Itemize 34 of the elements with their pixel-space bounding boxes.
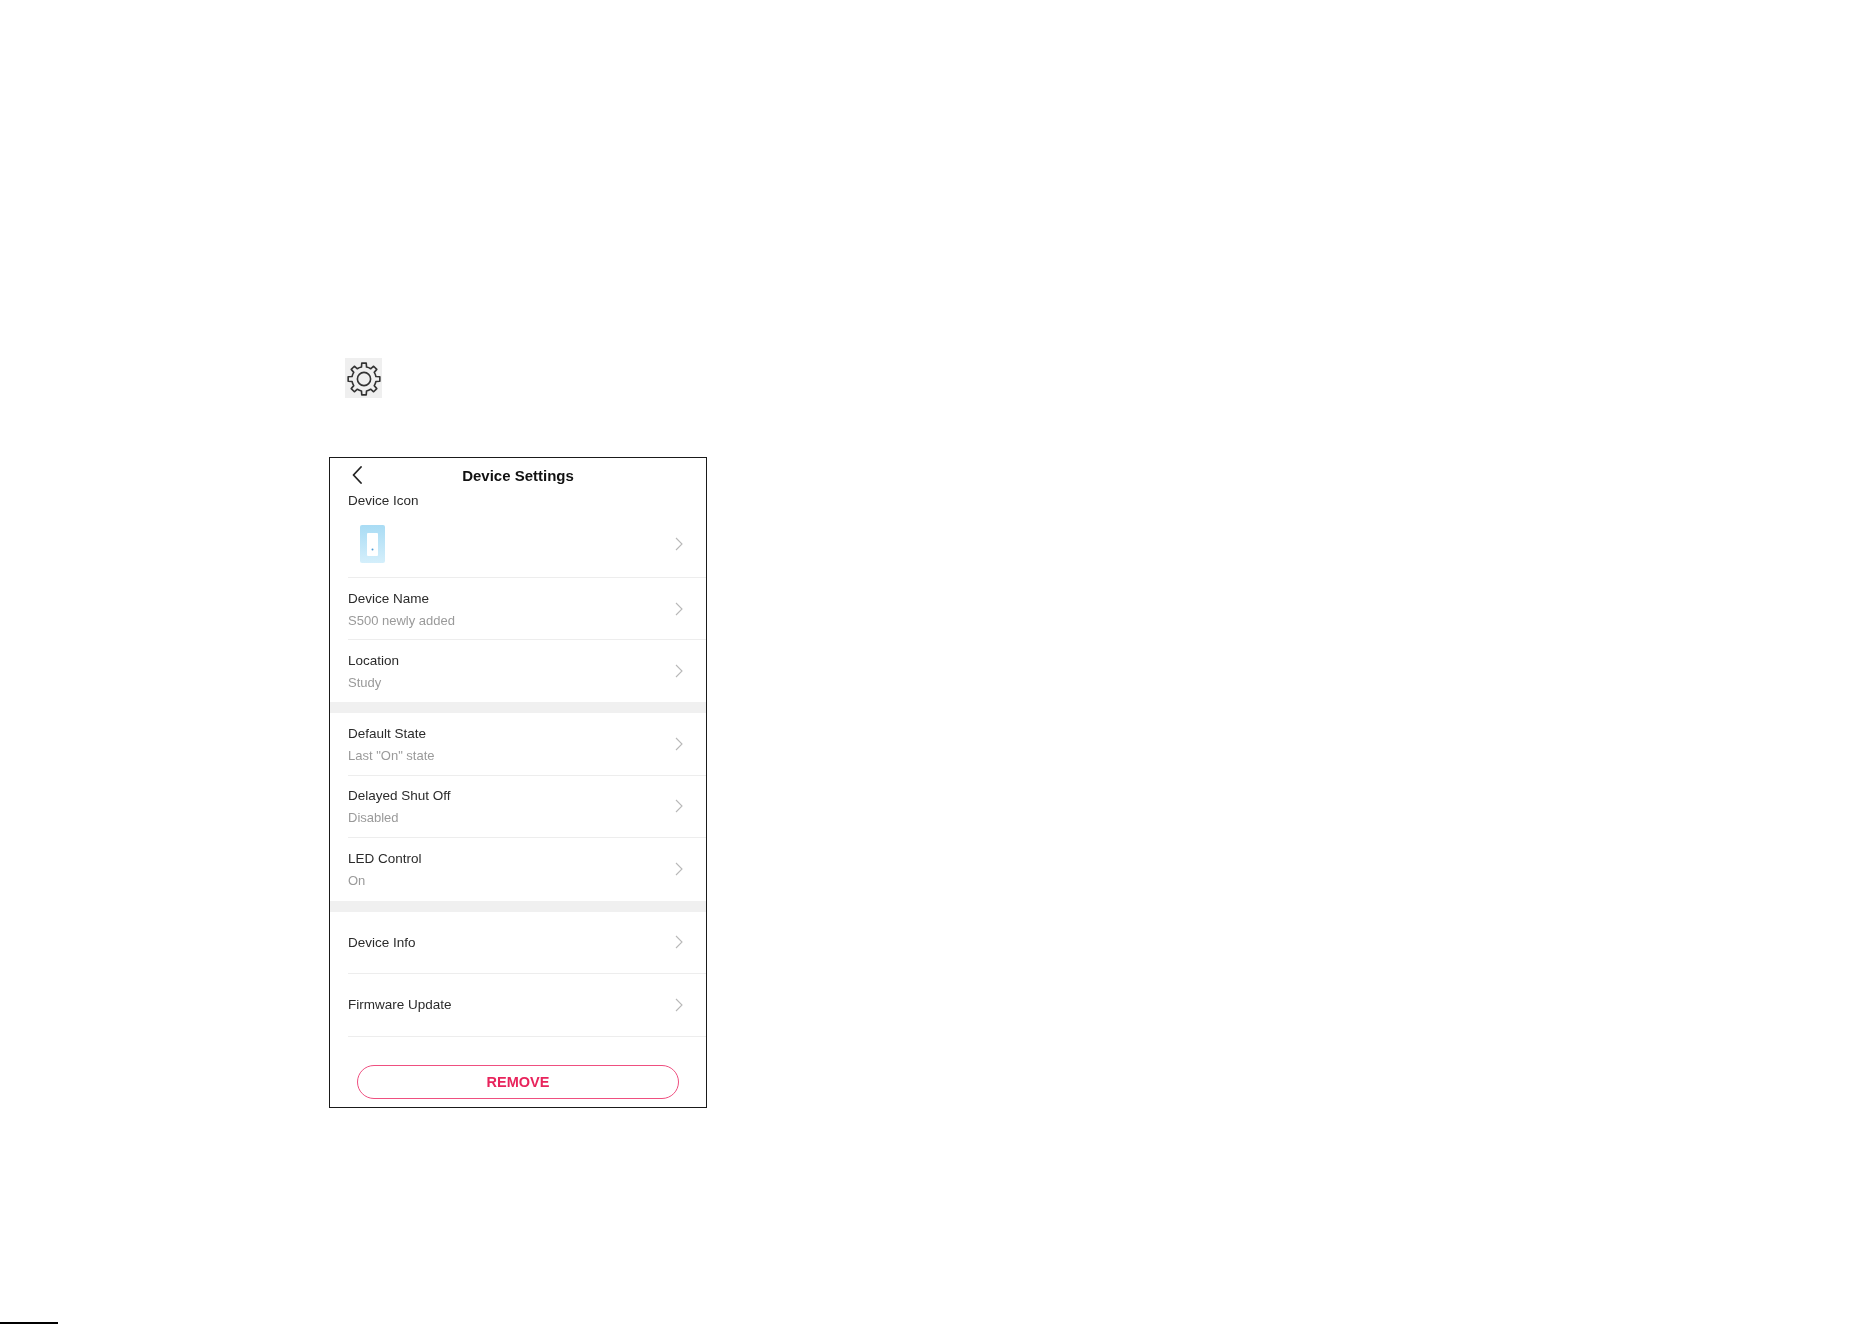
chevron-right-icon [675,862,683,877]
back-icon[interactable] [352,466,362,484]
settings-row[interactable]: Device Info [348,911,706,974]
settings-row[interactable]: LED Control On [348,838,706,901]
settings-row[interactable]: Device Name S500 newly added [348,578,706,640]
chevron-right-icon [675,664,683,678]
wall-switch-icon [360,525,385,563]
row-label: Device Info [348,933,416,951]
row-value: S500 newly added [348,611,455,629]
row-label: Location [348,652,400,669]
settings-row[interactable]: Firmware Update [348,974,706,1037]
row-label: Default State [348,724,427,742]
chevron-right-icon [675,601,683,616]
row-value: Last "On" state [348,746,435,764]
settings-row[interactable]: Default State Last "On" state [348,713,706,776]
row-label: Device Name [348,589,430,607]
chevron-right-icon [675,935,683,950]
row-value: On [348,872,366,890]
row-value: Study [348,674,382,691]
row-label: Firmware Update [348,996,452,1014]
row-value: Disabled [348,809,399,827]
row-label: Delayed Shut Off [348,787,451,805]
remove-button[interactable]: REMOVE [357,1064,679,1099]
chevron-right-icon [675,799,683,814]
chevron-right-icon [675,736,683,751]
row-label: Device Icon [348,492,419,509]
settings-row[interactable]: Device Icon [348,492,706,578]
screen-title: Device Settings [462,466,574,484]
settings-icon[interactable] [345,358,382,398]
chevron-right-icon [675,537,683,551]
chevron-right-icon [675,997,683,1012]
settings-row[interactable]: Location Study [348,640,706,702]
row-label: LED Control [348,850,422,868]
settings-row[interactable]: Delayed Shut Off Disabled [348,775,706,838]
